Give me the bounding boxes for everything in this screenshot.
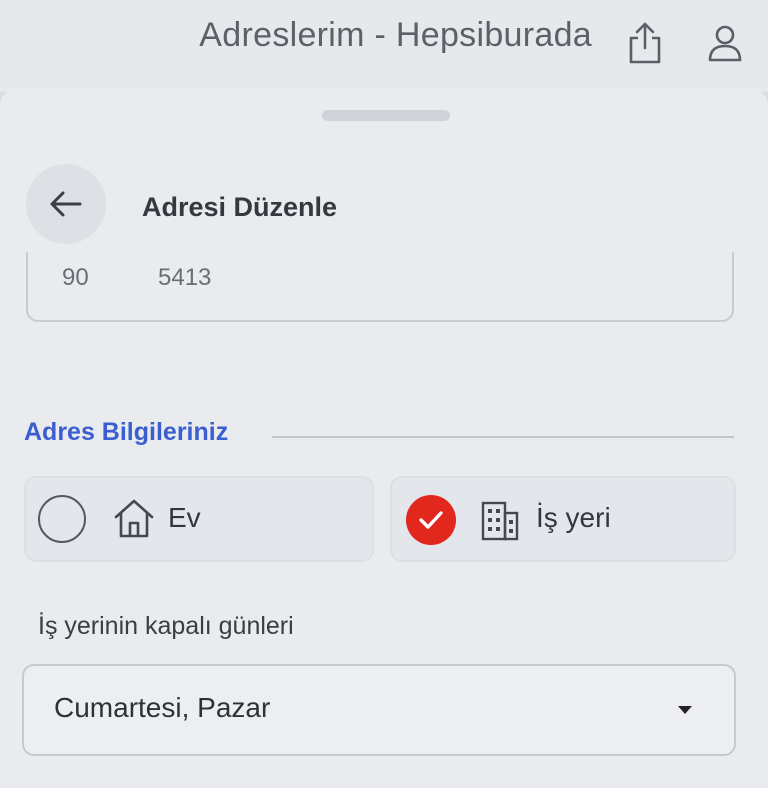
address-type-work-option[interactable]: İş yeri <box>390 476 736 562</box>
section-title: Adres Bilgileriniz <box>24 418 229 446</box>
address-type-home-option[interactable]: Ev <box>24 476 374 562</box>
option-label-home: Ev <box>168 502 201 533</box>
closed-days-label: İş yerinin kapalı günleri <box>38 612 294 640</box>
page-title: Adresi Düzenle <box>142 192 338 222</box>
building-icon <box>481 501 519 541</box>
edit-address-sheet: Adresi Düzenle 90 5413 Adres Bilgilerini… <box>0 88 768 788</box>
option-label-work: İş yeri <box>536 502 611 533</box>
phone-country-code: 90 <box>62 264 89 291</box>
caret-down-icon <box>678 706 692 714</box>
arrow-left-icon <box>50 191 82 217</box>
phone-field[interactable]: 90 5413 <box>26 252 734 322</box>
back-button[interactable] <box>26 164 106 244</box>
radio-unselected[interactable] <box>38 495 86 543</box>
share-icon[interactable] <box>626 20 664 66</box>
browser-bar: Adreslerim - Hepsiburada <box>0 0 768 92</box>
drag-handle[interactable] <box>322 110 450 121</box>
closed-days-value: Cumartesi, Pazar <box>54 692 271 723</box>
radio-selected[interactable] <box>406 495 456 545</box>
check-icon <box>419 511 443 529</box>
user-icon[interactable] <box>704 22 746 64</box>
phone-number: 5413 <box>158 264 212 291</box>
closed-days-select[interactable]: Cumartesi, Pazar <box>22 664 736 756</box>
home-icon <box>114 499 154 538</box>
section-divider <box>272 436 734 438</box>
browser-title: Adreslerim - Hepsiburada <box>199 16 592 54</box>
